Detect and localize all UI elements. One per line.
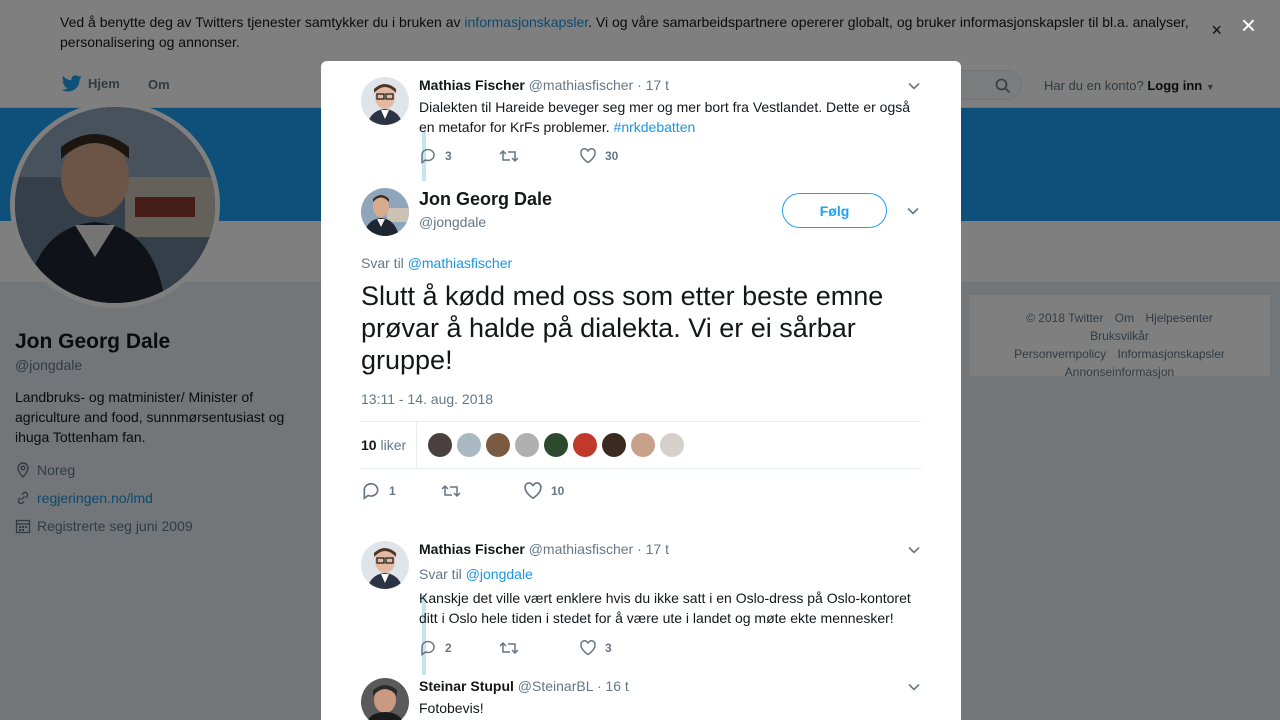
- avatar[interactable]: [361, 188, 409, 236]
- reply-count: 1: [389, 484, 396, 498]
- reply-icon: [421, 148, 435, 164]
- main-tweet-text: Slutt å kødd med oss som etter beste emn…: [361, 281, 884, 375]
- tweet-text: Fotobevis!: [419, 700, 484, 716]
- liker-avatar[interactable]: [486, 433, 510, 457]
- heart-icon: [524, 482, 542, 500]
- tweet-actions: 3 30: [419, 147, 618, 165]
- likes-label: liker: [380, 437, 407, 453]
- reply-to-link[interactable]: @jongdale: [466, 566, 533, 582]
- author-handle[interactable]: @mathiasfischer: [529, 77, 633, 93]
- author-name[interactable]: Steinar Stupul: [419, 678, 514, 694]
- reply-to-link[interactable]: @mathiasfischer: [408, 255, 512, 271]
- reply-button[interactable]: 1: [361, 481, 441, 501]
- follow-button[interactable]: Følg: [782, 193, 887, 228]
- avatar[interactable]: [361, 678, 409, 720]
- retweet-icon: [499, 149, 519, 163]
- like-count: 3: [605, 641, 612, 655]
- reply-icon: [363, 482, 379, 500]
- reply-label: Svar til: [361, 255, 404, 271]
- reply-button[interactable]: 2: [419, 639, 499, 657]
- liker-avatar[interactable]: [602, 433, 626, 457]
- like-count: 30: [605, 149, 619, 163]
- like-button[interactable]: 10: [523, 481, 564, 501]
- reply-context: Svar til @jongdale: [419, 564, 919, 584]
- tweet-text: Dialekten til Hareide beveger seg mer og…: [419, 97, 919, 137]
- liker-avatar[interactable]: [631, 433, 655, 457]
- chevron-down-icon[interactable]: [907, 543, 921, 557]
- avatar[interactable]: [361, 541, 409, 589]
- tweet-time[interactable]: · 17 t: [637, 541, 669, 557]
- chevron-down-icon[interactable]: [907, 79, 921, 93]
- reply-count: 3: [445, 149, 452, 163]
- tweet-modal: Mathias Fischer @mathiasfischer · 17 t D…: [321, 61, 961, 720]
- author-handle[interactable]: @SteinarBL: [518, 678, 593, 694]
- retweet-button[interactable]: [441, 483, 523, 499]
- reply-label: Svar til: [419, 566, 462, 582]
- tweet-timestamp[interactable]: 13:11 - 14. aug. 2018: [361, 391, 493, 407]
- tweet-text: Kanskje det ville vært enklere hvis du i…: [419, 590, 911, 626]
- reply-context: Svar til @mathiasfischer: [361, 255, 512, 271]
- heart-icon: [580, 148, 596, 164]
- liker-avatar[interactable]: [544, 433, 568, 457]
- close-icon[interactable]: ×: [1241, 12, 1256, 38]
- author-name[interactable]: Mathias Fischer: [419, 541, 525, 557]
- author-name[interactable]: Mathias Fischer: [419, 77, 525, 93]
- tweet-actions: 2 3: [419, 639, 612, 657]
- like-button[interactable]: 30: [579, 147, 618, 165]
- chevron-down-icon[interactable]: [907, 680, 921, 694]
- likes-count[interactable]: 10 liker: [361, 437, 416, 453]
- reply-icon: [421, 640, 435, 656]
- reply-tweet[interactable]: Steinar Stupul @SteinarBL · 16 t Fotobev…: [361, 678, 921, 720]
- reply-tweet[interactable]: Mathias Fischer @mathiasfischer · 17 t S…: [361, 541, 921, 675]
- chevron-down-icon[interactable]: [906, 204, 920, 218]
- tweet-actions: 1 10: [361, 481, 564, 501]
- tweet-time[interactable]: · 17 t: [637, 77, 669, 93]
- retweet-icon: [441, 484, 461, 498]
- likes-number: 10: [361, 437, 377, 453]
- reply-button[interactable]: 3: [419, 147, 499, 165]
- divider: [416, 422, 417, 468]
- liker-avatar[interactable]: [457, 433, 481, 457]
- author-name[interactable]: Jon Georg Dale: [419, 189, 552, 210]
- author-handle[interactable]: @jongdale: [419, 214, 486, 230]
- parent-tweet[interactable]: Mathias Fischer @mathiasfischer · 17 t D…: [361, 77, 921, 187]
- like-button[interactable]: 3: [579, 639, 612, 657]
- author-handle[interactable]: @mathiasfischer: [529, 541, 633, 557]
- tweet-header: Mathias Fischer @mathiasfischer · 17 t: [419, 541, 669, 557]
- heart-icon: [580, 640, 596, 656]
- likers-avatars: [428, 433, 684, 457]
- retweet-icon: [499, 641, 519, 655]
- liker-avatar[interactable]: [573, 433, 597, 457]
- tweet-time[interactable]: · 16 t: [597, 678, 629, 694]
- retweet-button[interactable]: [499, 148, 579, 164]
- avatar[interactable]: [361, 77, 409, 125]
- like-count: 10: [551, 484, 565, 498]
- tweet-stats: 10 liker: [361, 421, 921, 469]
- retweet-button[interactable]: [499, 640, 579, 656]
- tweet-header: Mathias Fischer @mathiasfischer · 17 t: [419, 77, 669, 93]
- liker-avatar[interactable]: [428, 433, 452, 457]
- liker-avatar[interactable]: [660, 433, 684, 457]
- liker-avatar[interactable]: [515, 433, 539, 457]
- hashtag-link[interactable]: #nrkdebatten: [614, 119, 696, 135]
- tweet-header: Steinar Stupul @SteinarBL · 16 t: [419, 678, 629, 694]
- reply-count: 2: [445, 641, 452, 655]
